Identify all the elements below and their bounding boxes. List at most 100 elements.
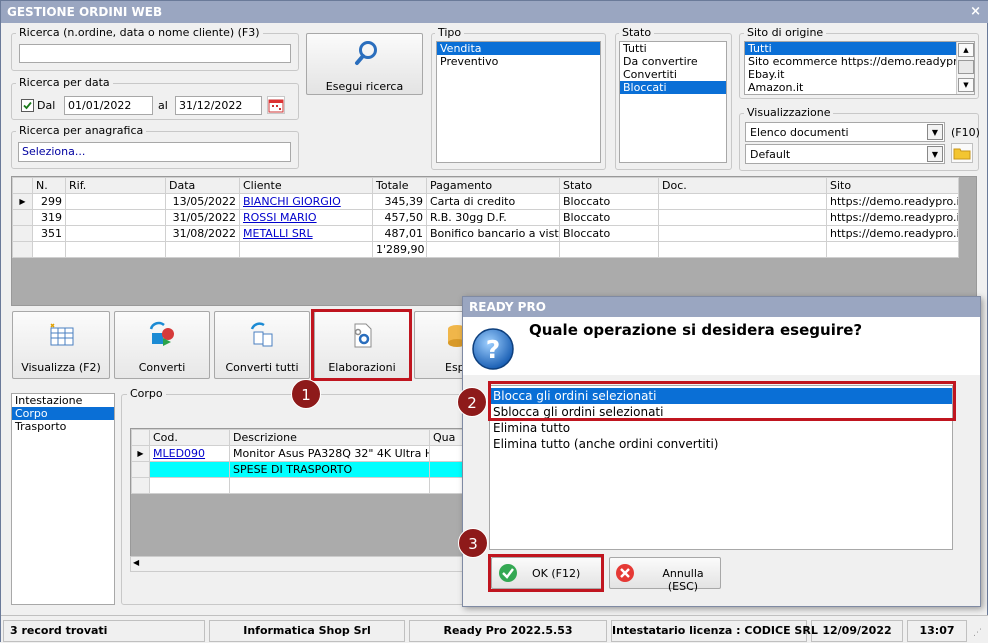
scroll-left-icon[interactable]: ◀ [133,558,139,567]
customer-link[interactable]: ROSSI MARIO [243,211,317,224]
view-layout-select[interactable]: Default ▼ [745,144,945,164]
corpo-hscrollbar[interactable]: ◀ [130,556,470,572]
registry-select-input[interactable]: Seleziona... [18,142,291,162]
stato-listbox[interactable]: Tutti Da convertire Convertiti Bloccati [619,41,727,163]
corpo-label: Corpo [127,387,166,400]
row-indicator[interactable] [131,477,150,494]
table-row[interactable]: 319 31/05/2022 ROSSI MARIO 457,50 R.B. 30gg … [12,209,959,226]
tipo-listbox[interactable]: Vendita Preventivo [436,41,601,163]
date-to-input[interactable]: 31/12/2022 [175,96,262,115]
sito-item[interactable]: Tutti [745,42,974,55]
calendar-button[interactable] [267,96,285,114]
dialog-title: READY PRO [463,297,980,317]
sito-scrollbar[interactable]: ▲ ▼ [956,42,974,94]
stato-item[interactable]: Convertiti [620,68,726,81]
date-to-label: al [158,99,168,112]
total-cell-n [32,241,66,258]
row-indicator[interactable] [12,225,33,242]
col-data[interactable]: Data [165,177,240,194]
col-stato[interactable]: Stato [559,177,659,194]
total-cell-sito [826,241,959,258]
search-input[interactable] [19,44,291,63]
stato-item[interactable]: Da convertire [620,55,726,68]
col-cod[interactable]: Cod. [149,429,230,446]
cell-stato: Bloccato [559,225,659,242]
search-label: Ricerca (n.ordine, data o nome cliente) … [16,26,263,39]
row-indicator[interactable] [131,461,150,478]
resize-grip-icon[interactable]: ⋰ [973,628,982,638]
visualizza-button[interactable]: Visualizza (F2) [12,311,110,379]
col-pagamento[interactable]: Pagamento [426,177,560,194]
stato-item[interactable]: Tutti [620,42,726,55]
scroll-up-icon[interactable]: ▲ [958,43,974,57]
stato-item[interactable]: Bloccati [620,81,726,94]
tipo-item[interactable]: Preventivo [437,55,600,68]
view-type-select[interactable]: Elenco documenti ▼ [745,122,945,142]
empty-row[interactable] [131,477,469,494]
customer-link[interactable]: METALLI SRL [243,227,313,240]
converti-button[interactable]: Converti [114,311,210,379]
table-row[interactable]: ▶ MLED090 Monitor Asus PA328Q 32" 4K Ultra… [131,445,469,462]
table-row[interactable]: 351 31/08/2022 METALLI SRL 487,01 Bonifico b… [12,225,959,242]
total-cell-pagamento [426,241,560,258]
sections-listbox[interactable]: Intestazione Corpo Trasporto [11,393,115,605]
date-checkbox[interactable] [21,99,34,112]
highlight-block-options [488,381,956,421]
date-from-input[interactable]: 01/01/2022 [64,96,153,115]
window-titlebar: GESTIONE ORDINI WEB × [1,1,988,23]
section-item[interactable]: Intestazione [12,394,114,407]
col-descrizione[interactable]: Descrizione [229,429,430,446]
folder-icon [953,148,971,160]
sito-item[interactable]: Sito ecommerce https://demo.readypro.it [745,55,974,68]
product-code-link[interactable]: MLED090 [153,447,205,460]
col-doc[interactable]: Doc. [658,177,827,194]
esporta-button[interactable]: Esp [414,311,466,379]
section-item[interactable]: Corpo [12,407,114,420]
customer-link[interactable]: BIANCHI GIORGIO [243,195,341,208]
main-window: GESTIONE ORDINI WEB × Ricerca (n.ordine,… [0,0,988,643]
cell-n: 319 [32,209,66,226]
col-cliente[interactable]: Cliente [239,177,373,194]
col-totale[interactable]: Totale [372,177,427,194]
registry-search-label: Ricerca per anagrafica [16,124,147,137]
col-sito[interactable]: Sito [826,177,959,194]
cell-rif [65,225,166,242]
scroll-down-icon[interactable]: ▼ [958,78,974,92]
dialog-header: ? Quale operazione si desidera eseguire? [463,317,980,375]
convert-icon [149,321,174,346]
orders-table: N. Rif. Data Cliente Totale Pagamento St… [12,177,959,258]
cell-data: 13/05/2022 [165,193,240,210]
row-indicator[interactable] [12,209,33,226]
convert-all-icon [250,322,273,347]
search-button[interactable]: Esegui ricerca [306,33,423,95]
date-checkbox-label: Dal [37,99,56,112]
current-row-arrow-icon[interactable]: ▶ [131,445,150,462]
table-row[interactable]: SPESE DI TRASPORTO [131,461,469,478]
converti-label: Converti [138,361,186,374]
tipo-item[interactable]: Vendita [437,42,600,55]
operation-option[interactable]: Elimina tutto [490,420,952,436]
close-icon[interactable]: × [970,4,981,19]
converti-tutti-button[interactable]: Converti tutti [214,311,310,379]
col-n[interactable]: N. [32,177,66,194]
cell-pagamento: R.B. 30gg D.F. [426,209,560,226]
dialog-question: Quale operazione si desidera eseguire? [529,321,863,339]
section-item[interactable]: Trasporto [12,420,114,433]
date-search-label: Ricerca per data [16,76,113,89]
chevron-down-icon[interactable]: ▼ [927,124,943,140]
col-rif[interactable]: Rif. [65,177,166,194]
operation-option[interactable]: Elimina tutto (anche ordini convertiti) [490,436,952,452]
open-folder-button[interactable] [951,143,973,163]
chevron-down-icon[interactable]: ▼ [927,146,943,162]
total-cell-doc [658,241,827,258]
scroll-thumb[interactable] [958,60,974,74]
total-cell-stato [559,241,659,258]
cell-rif [65,209,166,226]
current-row-arrow-icon[interactable]: ▶ [12,193,33,210]
row-indicator-header [12,177,33,194]
sito-listbox[interactable]: Tutti Sito ecommerce https://demo.readypr… [744,41,975,95]
table-row[interactable]: ▶ 299 13/05/2022 BIANCHI GIORGIO 345,39 Carta… [12,193,959,210]
sito-item[interactable]: Amazon.it [745,81,974,94]
sito-item[interactable]: Ebay.it [745,68,974,81]
cancel-button[interactable]: Annulla (ESC) [609,557,721,593]
